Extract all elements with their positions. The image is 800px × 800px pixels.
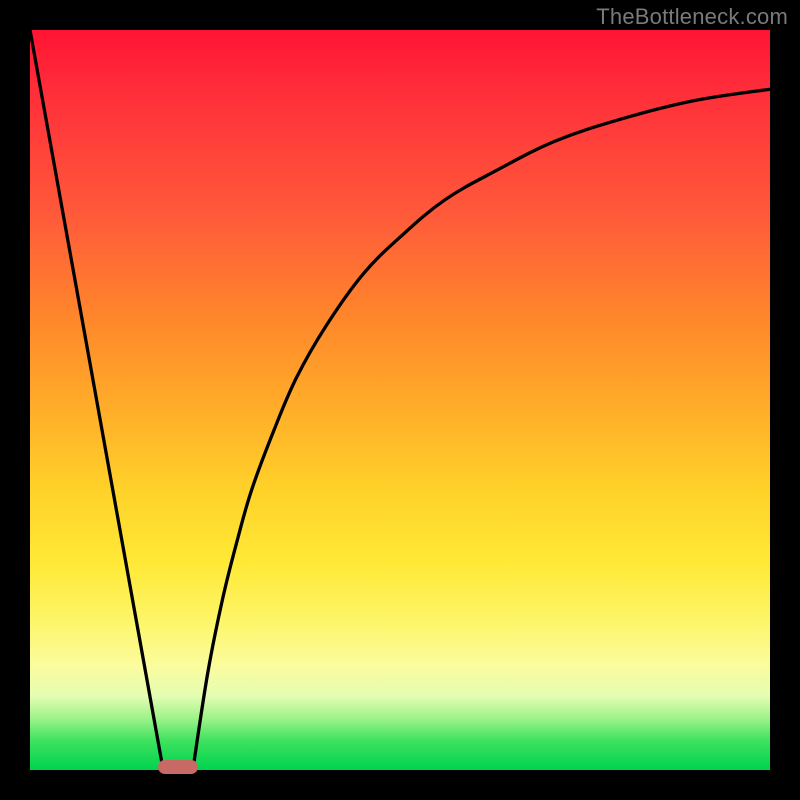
- watermark-text: TheBottleneck.com: [596, 4, 788, 30]
- chart-frame: TheBottleneck.com: [0, 0, 800, 800]
- right-log-rise: [193, 89, 770, 770]
- left-linear-drop: [30, 30, 163, 770]
- curve-layer: [30, 30, 770, 770]
- plot-area: [30, 30, 770, 770]
- bottleneck-marker: [158, 760, 199, 774]
